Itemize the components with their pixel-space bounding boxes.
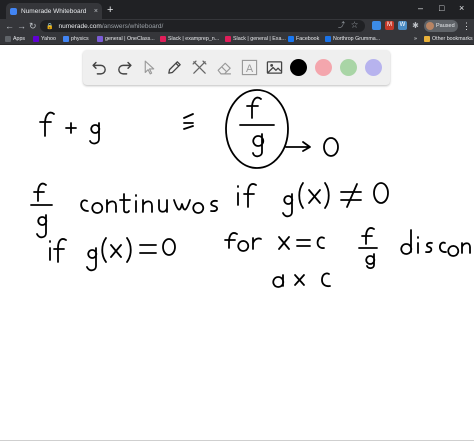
if-g-x-not-0 — [237, 182, 389, 218]
f-over-g-discont — [358, 227, 471, 270]
handwriting-layer — [30, 89, 471, 288]
at-c — [272, 272, 331, 288]
page-bottom-divider — [0, 440, 474, 441]
f-plus-g — [39, 111, 101, 145]
colon — [183, 113, 194, 130]
f-over-g-circled — [225, 89, 289, 169]
f-over-g-continuous — [30, 182, 218, 239]
arrow-to-0 — [285, 137, 339, 157]
for-x-eq-c — [224, 232, 325, 252]
if-g-x-eq-0 — [49, 237, 176, 272]
